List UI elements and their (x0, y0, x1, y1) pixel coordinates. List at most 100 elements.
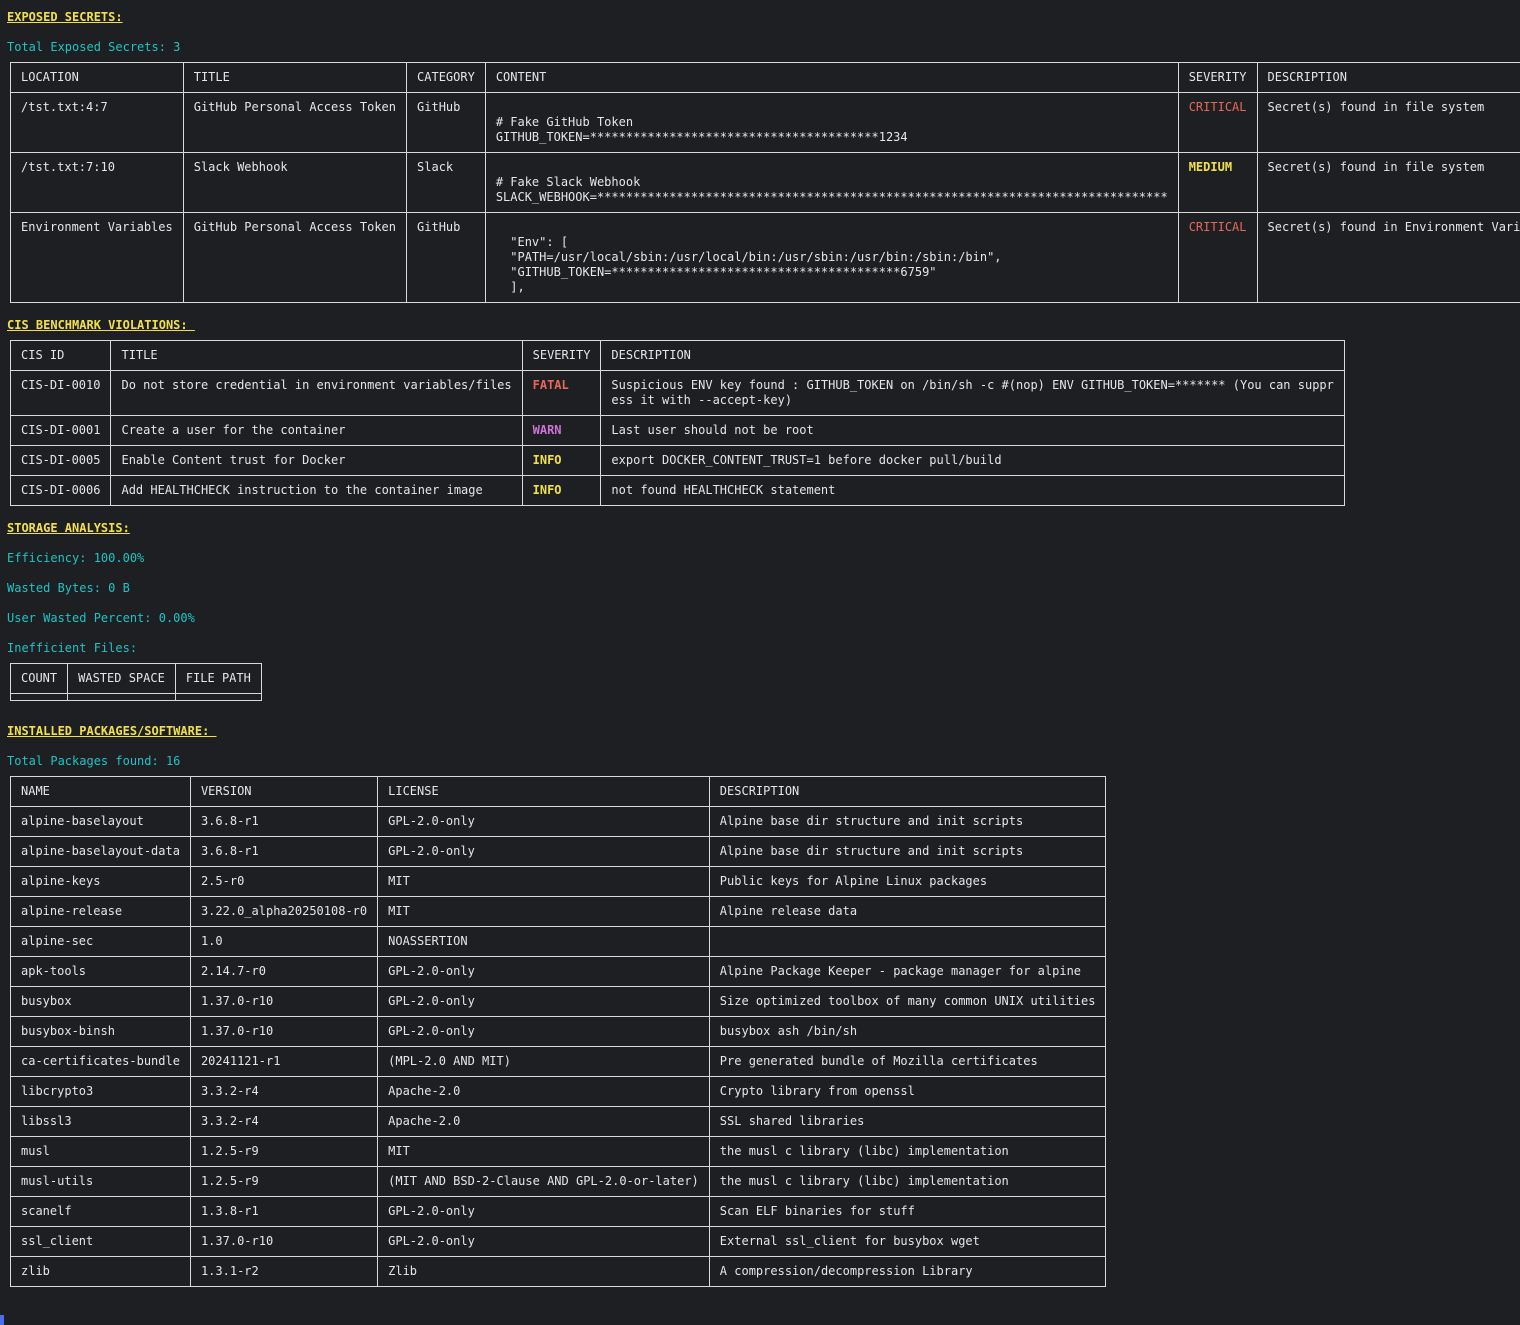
package-license: GPL-2.0-only (377, 806, 710, 837)
cis-rule-title: Create a user for the container (110, 415, 523, 446)
package-version: 1.2.5-r9 (189, 1136, 379, 1167)
table-row: alpine-baselayout-data 3.6.8-r1 GPL-2.0-on… (10, 836, 1107, 867)
secret-location: /tst.txt:7:10 (10, 152, 184, 213)
table-row: libssl3 3.3.2-r4 Apache-2.0 SSL shared libr… (10, 1106, 1107, 1137)
secret-title: GitHub Personal Access Token (182, 92, 408, 153)
package-version: 20241121-r1 (189, 1046, 379, 1077)
package-name: libcrypto3 (10, 1076, 191, 1107)
package-description: Alpine release data (708, 896, 1107, 927)
table-row: alpine-keys 2.5-r0 MIT Public keys for Alpi… (10, 866, 1107, 897)
cis-description: Last user should not be root (600, 415, 1345, 446)
col-version: VERSION (189, 776, 379, 807)
inefficient-files-label: Inefficient Files: (7, 641, 138, 655)
table-row: /tst.txt:4:7 GitHub Personal Access Toke… (10, 92, 1520, 153)
col-title: TITLE (110, 340, 523, 371)
package-version: 3.22.0_alpha20250108-r0 (189, 896, 379, 927)
secret-category: Slack (406, 152, 486, 213)
package-license: GPL-2.0-only (377, 836, 710, 867)
package-license: MIT (377, 1136, 710, 1167)
col-location: LOCATION (10, 62, 184, 93)
table-header-row: LOCATION TITLE CATEGORY CONTENT SEVERITY… (10, 62, 1520, 93)
total-secrets: Total Exposed Secrets: 3 (7, 40, 181, 54)
secret-description: Secret(s) found in file system (1256, 92, 1520, 153)
table-row: scanelf 1.3.8-r1 GPL-2.0-only Scan ELF bina… (10, 1196, 1107, 1227)
table-row: alpine-release 3.22.0_alpha20250108-r0 MIT… (10, 896, 1107, 927)
table-row: CIS-DI-0005 Enable Content trust for Doc… (9, 445, 1345, 476)
package-name: alpine-release (10, 896, 191, 927)
col-file-path: FILE PATH (174, 663, 262, 694)
package-name: libssl3 (10, 1106, 191, 1137)
cis-description: not found HEALTHCHECK statement (600, 475, 1345, 506)
table-header-row: COUNT WASTED SPACE FILE PATH (9, 663, 262, 694)
package-description: Size optimized toolbox of many common UN… (708, 986, 1107, 1017)
package-name: busybox (10, 986, 191, 1017)
terminal-cursor (0, 1315, 4, 1325)
package-license: (MPL-2.0 AND MIT) (377, 1046, 710, 1077)
table-row: alpine-baselayout 3.6.8-r1 GPL-2.0-only Alp… (10, 806, 1107, 837)
terminal-output: EXPOSED SECRETS: Total Exposed Secrets: … (7, 10, 1520, 1287)
package-version: 1.37.0-r10 (189, 986, 379, 1017)
package-license: GPL-2.0-only (377, 986, 710, 1017)
empty-cell (174, 693, 262, 701)
package-version: 2.5-r0 (189, 866, 379, 897)
package-license: GPL-2.0-only (377, 956, 710, 987)
package-description: Crypto library from openssl (708, 1076, 1107, 1107)
col-license: LICENSE (377, 776, 710, 807)
cis-rule-title: Add HEALTHCHECK instruction to the conta… (110, 475, 523, 506)
table-row: musl 1.2.5-r9 MIT the musl c library (libc)… (10, 1136, 1107, 1167)
table-row: musl-utils 1.2.5-r9 (MIT AND BSD-2-Clause … (10, 1166, 1107, 1197)
cis-title: CIS BENCHMARK VIOLATIONS: (7, 318, 195, 332)
package-name: zlib (10, 1256, 191, 1287)
cis-description: Suspicious ENV key found : GITHUB_TOKEN … (600, 370, 1345, 416)
package-version: 1.3.8-r1 (189, 1196, 379, 1227)
col-category: CATEGORY (406, 62, 486, 93)
cis-severity: WARN (521, 415, 602, 446)
storage-title: STORAGE ANALYSIS: (7, 521, 130, 535)
package-version: 2.14.7-r0 (189, 956, 379, 987)
secret-content: # Fake Slack Webhook SLACK_WEBHOOK=*****… (484, 152, 1179, 213)
table-row: /tst.txt:7:10 Slack Webhook Slack # Fake… (10, 152, 1520, 213)
package-name: alpine-keys (10, 866, 191, 897)
secret-content: "Env": [ "PATH=/usr/local/sbin:/usr/loca… (484, 212, 1179, 303)
secret-severity: MEDIUM (1177, 152, 1258, 213)
table-row: Environment Variables GitHub Personal Ac… (10, 212, 1520, 303)
package-license: GPL-2.0-only (377, 1196, 710, 1227)
package-description: Scan ELF binaries for stuff (708, 1196, 1107, 1227)
table-row: busybox-binsh 1.37.0-r10 GPL-2.0-only busyb… (10, 1016, 1107, 1047)
secret-description: Secret(s) found in file system (1256, 152, 1520, 213)
package-name: apk-tools (10, 956, 191, 987)
secret-category: GitHub (406, 92, 486, 153)
package-description: Public keys for Alpine Linux packages (708, 866, 1107, 897)
package-version: 3.6.8-r1 (189, 836, 379, 867)
col-title: TITLE (182, 62, 408, 93)
total-packages: Total Packages found: 16 (7, 754, 181, 768)
package-version: 1.3.1-r2 (189, 1256, 379, 1287)
col-severity: SEVERITY (521, 340, 602, 371)
cis-id: CIS-DI-0001 (9, 415, 112, 446)
package-license: NOASSERTION (377, 926, 710, 957)
table-row: busybox 1.37.0-r10 GPL-2.0-only Size optimi… (10, 986, 1107, 1017)
package-version: 1.37.0-r10 (189, 1016, 379, 1047)
secret-title: GitHub Personal Access Token (182, 212, 408, 303)
table-row: zlib 1.3.1-r2 Zlib A compression/decompress… (10, 1256, 1107, 1287)
empty-cell (9, 693, 69, 701)
package-description: the musl c library (libc) implementation (708, 1166, 1107, 1197)
package-name: musl (10, 1136, 191, 1167)
cis-id: CIS-DI-0005 (9, 445, 112, 476)
package-description: Alpine base dir structure and init scrip… (708, 806, 1107, 837)
exposed-secrets-title: EXPOSED SECRETS: (7, 10, 123, 24)
secret-category: GitHub (406, 212, 486, 303)
table-row: CIS-DI-0006 Add HEALTHCHECK instruction … (9, 475, 1345, 506)
package-license: Zlib (377, 1256, 710, 1287)
table-row: libcrypto3 3.3.2-r4 Apache-2.0 Crypto libra… (10, 1076, 1107, 1107)
package-name: musl-utils (10, 1166, 191, 1197)
package-name: scanelf (10, 1196, 191, 1227)
secret-title: Slack Webhook (182, 152, 408, 213)
cis-severity: INFO (521, 445, 602, 476)
secret-severity: CRITICAL (1177, 212, 1258, 303)
packages-body: alpine-baselayout 3.6.8-r1 GPL-2.0-only Alp… (10, 806, 1107, 1287)
efficiency: Efficiency: 100.00% (7, 551, 145, 565)
packages-table: NAME VERSION LICENSE DESCRIPTION alpine-… (10, 776, 1107, 1287)
package-name: busybox-binsh (10, 1016, 191, 1047)
col-description: DESCRIPTION (600, 340, 1345, 371)
